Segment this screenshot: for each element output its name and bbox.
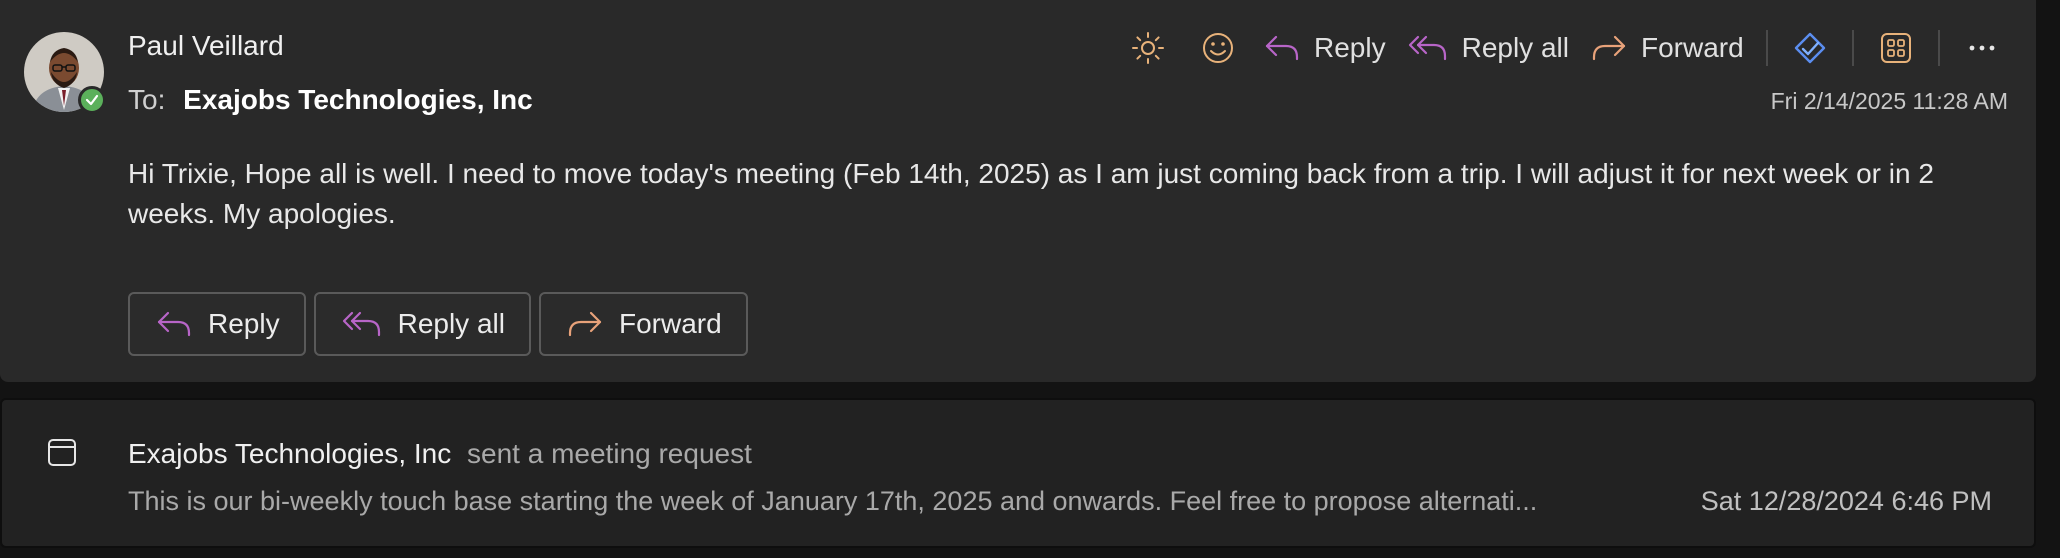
viva-insights-icon[interactable]: [1786, 24, 1834, 72]
toolbar-reply-all-label: Reply all: [1461, 32, 1569, 63]
toolbar-separator: [1851, 30, 1854, 66]
toolbar-separator: [1937, 30, 1940, 66]
meeting-request-title: Exajobs Technologies, Inc sent a meeting…: [128, 438, 752, 470]
toolbar-reply-label: Reply: [1314, 32, 1386, 63]
sun-icon[interactable]: [1124, 24, 1172, 72]
reply-icon: [1265, 35, 1299, 61]
quick-actions: Reply Reply all Forward: [128, 292, 756, 356]
message-card: Paul Veillard To: Exajobs Technologies, …: [0, 0, 2036, 382]
toolbar-reply-button[interactable]: Reply: [1264, 24, 1386, 72]
reply-all-icon: [342, 311, 380, 337]
organizer-name: Exajobs Technologies, Inc: [128, 438, 452, 469]
meeting-request-item[interactable]: Exajobs Technologies, Inc sent a meeting…: [0, 398, 2036, 548]
toolbar-separator: [1765, 30, 1768, 66]
reply-button[interactable]: Reply: [128, 292, 306, 356]
reply-all-button[interactable]: Reply all: [313, 292, 531, 356]
apps-icon[interactable]: [1872, 24, 1920, 72]
meeting-request-date: Sat 12/28/2024 6:46 PM: [1700, 486, 1992, 516]
to-label: To:: [128, 84, 166, 115]
message-timestamp: Fri 2/14/2025 11:28 AM: [1770, 88, 2008, 114]
reply-all-button-label: Reply all: [397, 308, 505, 339]
message-toolbar: Reply Reply all Forward: [1124, 22, 2006, 74]
calendar-icon: [46, 436, 78, 473]
forward-icon: [1592, 35, 1626, 61]
presence-available-icon: [78, 86, 106, 114]
recipient-name[interactable]: Exajobs Technologies, Inc: [183, 84, 533, 115]
message-body: Hi Trixie, Hope all is well. I need to m…: [128, 158, 1934, 229]
forward-button[interactable]: Forward: [538, 292, 748, 356]
sender-name[interactable]: Paul Veillard: [128, 30, 284, 62]
more-icon[interactable]: [1958, 24, 2006, 72]
reply-button-label: Reply: [208, 308, 280, 339]
meeting-request-preview: This is our bi-weekly touch base startin…: [128, 486, 1538, 516]
reply-all-icon: [1408, 35, 1446, 61]
recipient-line: To: Exajobs Technologies, Inc: [128, 84, 533, 116]
toolbar-forward-label: Forward: [1640, 32, 1744, 63]
toolbar-reply-all-button[interactable]: Reply all: [1408, 24, 1569, 72]
reply-icon: [157, 311, 191, 337]
toolbar-forward-button[interactable]: Forward: [1591, 24, 1744, 72]
meeting-request-action: sent a meeting request: [467, 438, 752, 469]
emoji-icon[interactable]: [1194, 24, 1242, 72]
forward-button-label: Forward: [618, 308, 722, 339]
forward-icon: [568, 311, 602, 337]
